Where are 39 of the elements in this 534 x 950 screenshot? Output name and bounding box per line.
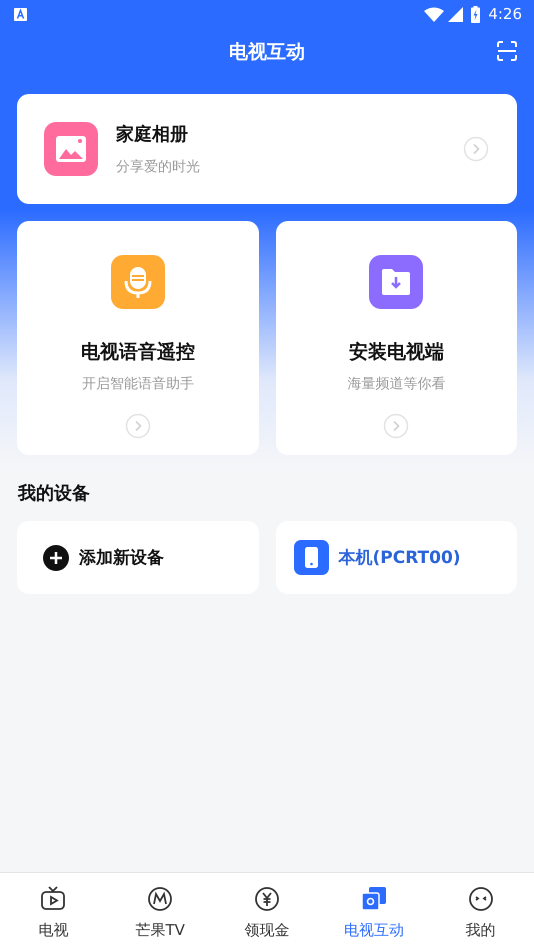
- card-subtitle: 分享爱的时光: [116, 158, 201, 176]
- m-circle-icon: [147, 886, 174, 912]
- card-title: 安装电视端: [348, 340, 444, 365]
- card-title: 家庭相册: [116, 123, 189, 146]
- screens-icon: [360, 886, 387, 912]
- yen-circle-icon: [254, 886, 280, 912]
- signal-icon: [448, 6, 464, 22]
- tv-icon: [40, 886, 66, 912]
- scan-icon[interactable]: [496, 40, 518, 62]
- app-notification-icon: [14, 8, 27, 20]
- picture-icon: [44, 122, 98, 176]
- card-subtitle: 开启智能语音助手: [82, 375, 194, 393]
- battery-icon: [471, 6, 480, 22]
- tab-item[interactable]: 我的: [427, 873, 534, 950]
- face-icon: [468, 886, 494, 912]
- tab-item[interactable]: 电视: [0, 873, 107, 950]
- device-label: 添加新设备: [79, 547, 164, 569]
- page-title: 电视互动: [229, 40, 305, 64]
- device-card[interactable]: 本机(PCRT00): [276, 521, 517, 594]
- feature-card[interactable]: 安装电视端 海量频道等你看: [276, 221, 517, 455]
- section-title: 我的设备: [18, 483, 90, 504]
- status-time: 4:26: [488, 5, 522, 23]
- chevron-circle-icon: [463, 136, 489, 162]
- chevron-circle-icon: [383, 413, 410, 439]
- album-card[interactable]: 家庭相册 分享爱的时光: [17, 94, 517, 204]
- card-subtitle: 海量频道等你看: [347, 375, 446, 393]
- chevron-circle-icon: [124, 413, 151, 439]
- tab-item[interactable]: 电视互动: [320, 873, 428, 950]
- phone-icon: [294, 540, 328, 575]
- wifi-icon: [424, 6, 444, 22]
- card-title: 电视语音遥控: [80, 340, 195, 365]
- folder-download-icon: [369, 255, 424, 309]
- microphone-icon: [110, 255, 165, 309]
- plus-circle-icon: [43, 544, 69, 570]
- device-card[interactable]: 添加新设备: [17, 521, 258, 594]
- tab-item[interactable]: 芒果TV: [106, 873, 214, 950]
- device-label: 本机(PCRT00): [338, 547, 461, 569]
- feature-card[interactable]: 电视语音遥控 开启智能语音助手: [17, 221, 258, 455]
- tab-item[interactable]: 领现金: [214, 873, 320, 950]
